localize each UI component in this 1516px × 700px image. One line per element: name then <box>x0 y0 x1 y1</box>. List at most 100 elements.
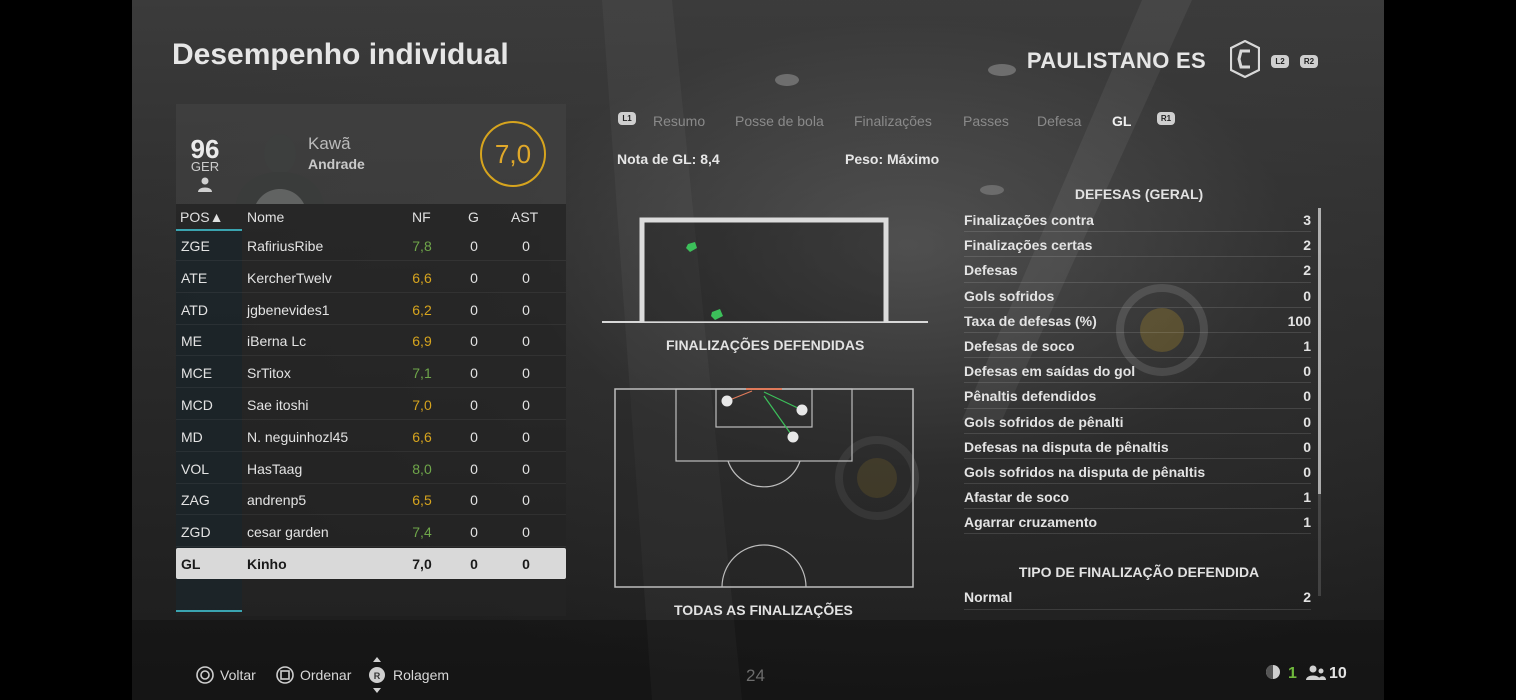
table-row[interactable]: ATD jgbenevides1 6,2 0 0 <box>176 294 566 325</box>
row-g: 0 <box>470 524 478 541</box>
all-shots-pitch-diagram <box>614 388 914 588</box>
stat-row: Agarrar cruzamento 1 <box>964 509 1311 535</box>
stat-value: 0 <box>1303 287 1311 304</box>
right-stick-icon[interactable]: R <box>368 656 386 694</box>
stat-value: 0 <box>1303 413 1311 430</box>
r2-button[interactable]: R2 <box>1300 55 1318 68</box>
tab-defesa[interactable]: Defesa <box>1037 113 1081 129</box>
row-name: KercherTwelv <box>247 269 332 286</box>
shot-marker <box>796 404 808 416</box>
table-row[interactable]: VOL HasTaag 8,0 0 0 <box>176 453 566 484</box>
tab-passes[interactable]: Passes <box>963 113 1009 129</box>
tab-gl[interactable]: GL <box>1112 113 1131 129</box>
team-badge-icon <box>1230 40 1260 78</box>
row-name: N. neguinhozl45 <box>247 428 349 445</box>
row-name: Sae itoshi <box>247 397 309 413</box>
stat-label: Defesas em saídas do gol <box>964 363 1136 380</box>
stat-value: 3 <box>1303 212 1311 228</box>
stat-value: 1 <box>1303 489 1311 506</box>
stat-label: Gols sofridos de pênalti <box>964 413 1124 430</box>
stat-label: Defesas <box>964 262 1018 279</box>
shot-marker <box>787 431 799 443</box>
page-number: 24 <box>746 666 765 685</box>
back-label[interactable]: Voltar <box>220 667 256 683</box>
stat-label: Taxa de defesas (%) <box>964 312 1097 329</box>
row-name: jgbenevides1 <box>247 301 330 318</box>
table-row[interactable]: MCD Sae itoshi 7,0 0 0 <box>176 389 566 420</box>
row-g: 0 <box>470 365 478 382</box>
player-first-name: Kawã <box>308 134 351 153</box>
row-g: 0 <box>470 397 478 413</box>
row-pos: MD <box>181 428 203 445</box>
save-types-list: Normal 2 <box>964 584 1314 610</box>
header-ast[interactable]: AST <box>511 209 538 225</box>
players-table: POS▲ Nome NF G AST ZGE RafiriusRibe 7,8 0 0 A… <box>176 204 566 616</box>
saves-list: Finalizações contra 3 Finalizações certas 2… <box>964 207 1314 535</box>
row-nf: 7,8 <box>412 238 432 254</box>
row-pos: ZGD <box>181 524 211 541</box>
header-g[interactable]: G <box>468 209 479 225</box>
team-name: PAULISTANO ES <box>1026 48 1206 73</box>
all-shots-label: TODAS AS FINALIZAÇÕES <box>674 602 853 618</box>
row-nf: 6,2 <box>412 301 432 318</box>
row-name: HasTaag <box>247 460 303 477</box>
row-ast: 0 <box>522 428 530 445</box>
row-ast: 0 <box>522 333 530 350</box>
stat-row: Gols sofridos na disputa de pênaltis 0 <box>964 459 1311 485</box>
stats-scrollbar[interactable] <box>1318 208 1321 596</box>
table-row[interactable]: MCE SrTitox 7,1 0 0 <box>176 357 566 389</box>
row-name: cesar garden <box>247 524 329 541</box>
header-name[interactable]: Nome <box>247 209 284 225</box>
stat-row: Defesas na disputa de pênaltis 0 <box>964 434 1311 459</box>
tab-resumo[interactable]: Resumo <box>653 113 705 129</box>
row-pos: ATD <box>181 301 208 318</box>
r1-button[interactable]: R1 <box>1157 112 1175 125</box>
row-ast: 0 <box>522 397 530 413</box>
stat-label: Gols sofridos na disputa de pênaltis <box>964 463 1206 480</box>
tab-finalizacoes[interactable]: Finalizações <box>854 113 932 129</box>
row-g: 0 <box>470 428 478 445</box>
player-position: GER <box>190 159 220 174</box>
row-nf: 6,5 <box>412 492 432 509</box>
table-row[interactable]: GL Kinho 7,0 0 0 <box>176 548 566 579</box>
table-row[interactable]: ZAG andrenp5 6,5 0 0 <box>176 484 566 516</box>
row-nf: 7,0 <box>412 397 432 413</box>
page-title: Desempenho individual <box>172 38 509 71</box>
row-g: 0 <box>470 269 478 286</box>
stat-row: Gols sofridos de pênalti 0 <box>964 409 1311 434</box>
stat-label: Finalizações contra <box>964 212 1094 228</box>
square-button-icon[interactable] <box>276 666 294 684</box>
l2-button[interactable]: L2 <box>1271 55 1289 68</box>
stat-value: 0 <box>1303 388 1311 405</box>
row-ast: 0 <box>522 269 530 286</box>
header-nf[interactable]: NF <box>412 209 431 225</box>
row-g: 0 <box>470 333 478 350</box>
tab-posse-de-bola[interactable]: Posse de bola <box>735 113 824 129</box>
table-row[interactable]: ME iBerna Lc 6,9 0 0 <box>176 325 566 357</box>
header-pos[interactable]: POS▲ <box>180 209 223 225</box>
stat-row: Taxa de defesas (%) 100 <box>964 308 1311 333</box>
row-g: 0 <box>470 460 478 477</box>
row-pos: MCD <box>181 397 213 413</box>
row-g: 0 <box>470 556 478 572</box>
stats-scrollbar-thumb[interactable] <box>1318 208 1321 494</box>
table-row[interactable]: ATE KercherTwelv 6,6 0 0 <box>176 262 566 293</box>
stat-value: 2 <box>1303 589 1311 606</box>
circle-button-icon[interactable] <box>196 666 214 684</box>
stat-label: Agarrar cruzamento <box>964 514 1098 531</box>
table-row[interactable]: MD N. neguinhozl45 6,6 0 0 <box>176 421 566 452</box>
row-name: RafiriusRibe <box>247 238 324 254</box>
l1-button[interactable]: L1 <box>618 112 636 125</box>
friends-count: 10 <box>1329 665 1347 682</box>
sort-label[interactable]: Ordenar <box>300 667 351 683</box>
row-name: SrTitox <box>247 365 291 382</box>
row-name: Kinho <box>247 556 287 572</box>
table-row[interactable]: ZGD cesar garden 7,4 0 0 <box>176 516 566 548</box>
table-row[interactable]: ZGE RafiriusRibe 7,8 0 0 <box>176 230 566 261</box>
stat-row: Gols sofridos 0 <box>964 283 1311 308</box>
stat-label: Gols sofridos <box>964 287 1055 304</box>
scroll-label[interactable]: Rolagem <box>393 667 449 683</box>
stat-value: 0 <box>1303 463 1311 480</box>
row-pos: VOL <box>181 460 210 477</box>
player-last-name: Andrade <box>308 156 365 172</box>
